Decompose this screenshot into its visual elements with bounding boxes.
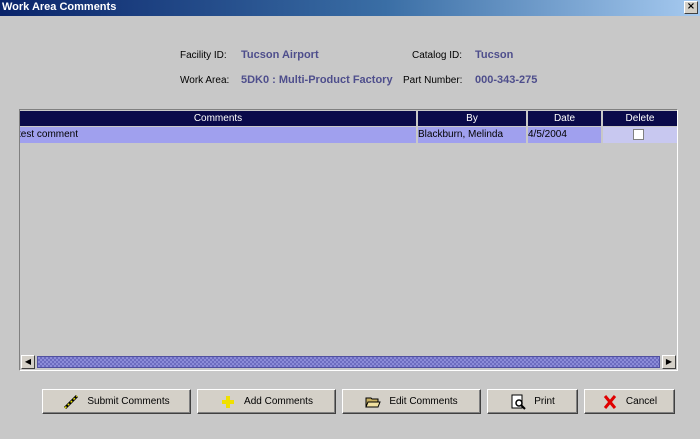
horizontal-scrollbar[interactable]: ◀ ▶	[21, 355, 676, 369]
comments-table: Comments By Date Delete test comment Bla…	[19, 109, 678, 371]
column-header-delete[interactable]: Delete	[603, 111, 677, 126]
cell-date[interactable]: 4/5/2004	[528, 127, 603, 143]
table-row[interactable]: test comment Blackburn, Melinda 4/5/2004	[20, 127, 677, 143]
red-x-icon	[602, 394, 618, 410]
cancel-label: Cancel	[625, 396, 658, 407]
cancel-button[interactable]: Cancel	[584, 389, 675, 414]
close-icon[interactable]: ×	[684, 1, 698, 14]
cell-by[interactable]: Blackburn, Melinda	[418, 127, 528, 143]
plus-icon	[220, 394, 236, 410]
catalog-id-label: Catalog ID:	[412, 50, 463, 61]
cell-comment[interactable]: test comment	[20, 127, 418, 143]
scroll-thumb[interactable]	[37, 356, 660, 368]
column-header-date[interactable]: Date	[528, 111, 603, 126]
print-preview-icon	[510, 394, 526, 410]
folder-open-icon	[365, 394, 382, 410]
work-area-label: Work Area:	[180, 75, 230, 86]
table-header: Comments By Date Delete	[20, 110, 677, 127]
column-header-comments[interactable]: Comments	[20, 111, 418, 126]
catalog-id-value: Tucson	[475, 49, 514, 61]
print-label: Print	[534, 396, 555, 407]
add-comments-button[interactable]: Add Comments	[197, 389, 336, 414]
pencil-icon	[63, 394, 79, 410]
submit-comments-button[interactable]: Submit Comments	[42, 389, 191, 414]
column-header-by[interactable]: By	[418, 111, 528, 126]
edit-comments-label: Edit Comments	[389, 396, 458, 407]
edit-comments-button[interactable]: Edit Comments	[342, 389, 481, 414]
work-area-value: 5DK0 : Multi-Product Factory	[241, 74, 393, 86]
facility-id-value: Tucson Airport	[241, 49, 319, 61]
title-bar: Work Area Comments ×	[0, 0, 700, 16]
delete-checkbox[interactable]	[633, 129, 644, 140]
submit-comments-label: Submit Comments	[87, 396, 170, 407]
facility-id-label: Facility ID:	[180, 50, 227, 61]
print-button[interactable]: Print	[487, 389, 578, 414]
cell-delete	[603, 127, 677, 143]
scroll-left-icon[interactable]: ◀	[21, 355, 35, 369]
add-comments-label: Add Comments	[244, 396, 313, 407]
part-number-label: Part Number:	[403, 75, 463, 86]
part-number-value: 000-343-275	[475, 74, 538, 86]
scroll-right-icon[interactable]: ▶	[662, 355, 676, 369]
window-title: Work Area Comments	[2, 1, 117, 13]
